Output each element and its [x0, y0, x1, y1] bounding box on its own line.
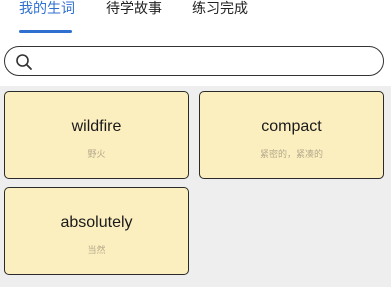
tab-my-words[interactable]: 我的生词	[19, 0, 75, 20]
search-input[interactable]	[39, 50, 369, 72]
card-meaning: 当然	[87, 246, 106, 256]
tab-pending-stories[interactable]: 待学故事	[106, 0, 162, 20]
word-card-grid: wildfire 野火 compact 紧密的，紧凑的 absolutely 当…	[0, 86, 391, 287]
tab-bar: 我的生词 待学故事 练习完成	[0, 0, 391, 36]
card-word: compact	[261, 118, 322, 135]
card-word: wildfire	[71, 118, 122, 135]
tab-practice-done[interactable]: 练习完成	[192, 0, 248, 20]
card-meaning: 紧密的，紧凑的	[259, 150, 323, 160]
search-row	[0, 36, 391, 86]
active-tab-indicator	[19, 30, 72, 33]
search-bar[interactable]	[4, 46, 384, 76]
search-icon	[16, 54, 32, 70]
card-word: absolutely	[60, 214, 133, 231]
word-card-compact[interactable]: compact 紧密的，紧凑的	[199, 91, 384, 179]
word-card-absolutely[interactable]: absolutely 当然	[4, 187, 189, 275]
card-meaning: 野火	[87, 150, 106, 160]
word-card-wildfire[interactable]: wildfire 野火	[4, 91, 189, 179]
